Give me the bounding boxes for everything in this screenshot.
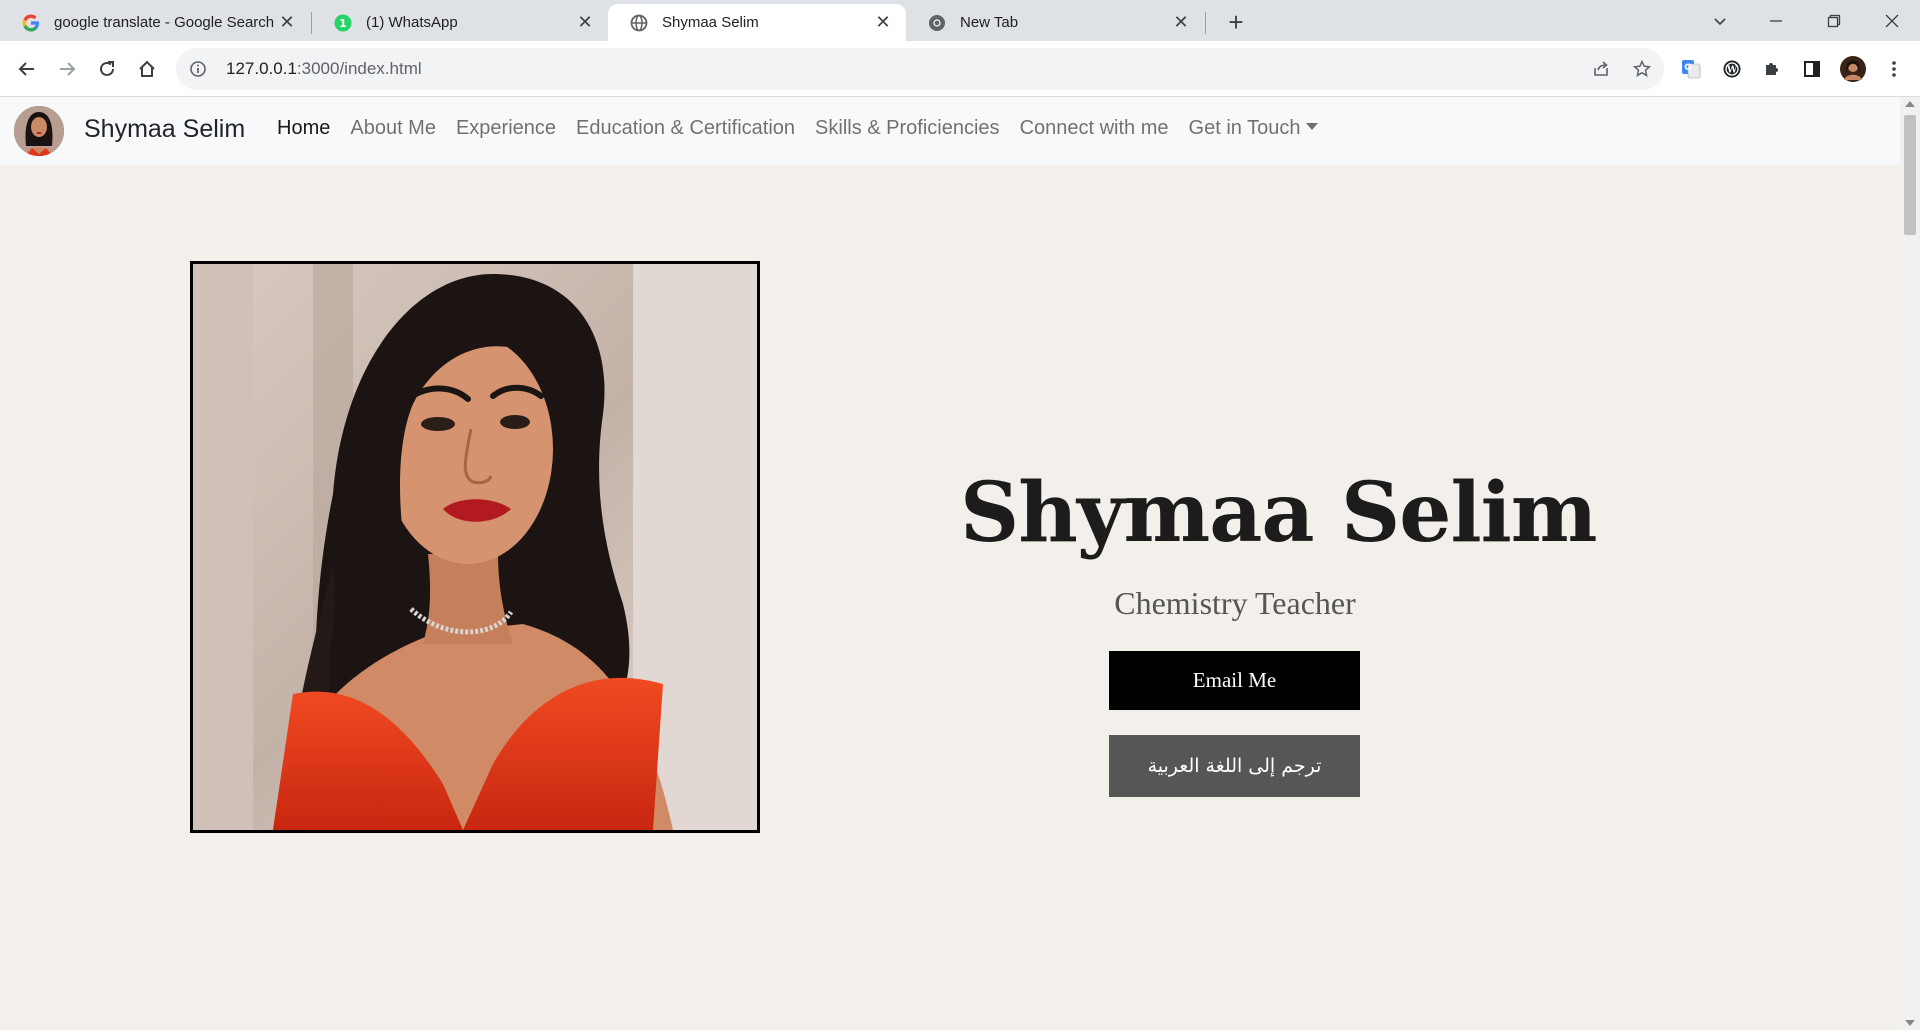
browser-toolbar: 127.0.0.1:3000/index.html G W [0,41,1920,97]
tab-title: google translate - Google Search [54,14,275,31]
wordpress-extension-icon[interactable]: W [1714,51,1750,87]
nav-link-education-certification[interactable]: Education & Certification [566,117,805,140]
site-navbar: Shymaa Selim Home About Me Experience Ed… [0,97,1900,165]
scroll-down-icon[interactable] [1905,1020,1915,1026]
tab-search-icon[interactable] [1692,0,1748,41]
home-icon[interactable] [129,51,165,87]
google-translate-extension-icon[interactable]: G [1673,51,1709,87]
new-tab-icon[interactable]: + [1222,7,1250,37]
nav-link-skills-proficiencies[interactable]: Skills & Proficiencies [805,117,1010,140]
tab-title: New Tab [960,14,1019,31]
svg-text:W: W [1726,66,1738,76]
brand-name[interactable]: Shymaa Selim [84,115,245,144]
chrome-icon [928,14,946,32]
side-panel-icon[interactable] [1794,51,1830,87]
tab-new-tab[interactable]: New Tab ✕ [906,4,1204,41]
chrome-menu-icon[interactable] [1876,51,1912,87]
page-scrollbar[interactable] [1900,97,1920,1030]
close-tab-icon[interactable]: ✕ [574,12,596,34]
dropdown-label: Get in Touch [1188,117,1301,139]
tab-whatsapp[interactable]: 1 (1) WhatsApp ✕ [312,4,608,41]
globe-icon [630,14,648,32]
nav-link-experience[interactable]: Experience [446,117,566,140]
brand-avatar[interactable] [14,106,64,156]
translate-arabic-button[interactable]: ترجم إلى اللغة العربية [1109,735,1360,797]
nav-dropdown-get-in-touch[interactable]: Get in Touch [1179,117,1329,140]
caret-down-icon [1306,123,1319,131]
tab-title: Shymaa Selim [662,14,759,31]
nav-link-about-me[interactable]: About Me [340,117,446,140]
close-window-icon[interactable] [1864,0,1920,41]
minimize-icon[interactable] [1748,0,1804,41]
close-tab-icon[interactable]: ✕ [1170,12,1192,34]
address-bar[interactable]: 127.0.0.1:3000/index.html [176,48,1664,90]
tab-divider [1205,12,1206,34]
scrollbar-thumb[interactable] [1904,115,1916,235]
restore-icon[interactable] [1806,0,1862,41]
url-path: :3000/index.html [296,59,422,78]
extensions-puzzle-icon[interactable] [1754,51,1790,87]
close-tab-icon[interactable]: ✕ [872,12,894,34]
hero-subtitle: Chemistry Teacher [1114,585,1356,621]
nav-links: Home About Me Experience Education & Cer… [267,117,1328,140]
close-tab-icon[interactable]: ✕ [276,12,298,34]
share-icon[interactable] [1583,51,1619,87]
tab-title: (1) WhatsApp [366,14,458,31]
reload-icon[interactable] [89,51,125,87]
svg-text:G: G [1684,63,1691,73]
web-page: Shymaa Selim Home About Me Experience Ed… [0,97,1900,1030]
tab-strip: google translate - Google Search ✕ 1 (1)… [0,0,1920,41]
nav-link-home[interactable]: Home [267,117,340,140]
tab-shymaa-selim[interactable]: Shymaa Selim ✕ [608,4,906,41]
whatsapp-icon: 1 [334,14,352,32]
google-g-icon [22,14,40,32]
hero-name: Shymaa Selim [960,465,1598,561]
portrait-photo [190,261,760,833]
nav-link-connect[interactable]: Connect with me [1010,117,1179,140]
site-info-icon[interactable] [188,61,208,77]
email-me-button[interactable]: Email Me [1109,651,1360,710]
profile-avatar[interactable] [1835,51,1871,87]
back-icon[interactable] [9,51,45,87]
forward-icon[interactable] [49,51,85,87]
bookmark-star-icon[interactable] [1624,51,1660,87]
url-text: 127.0.0.1:3000/index.html [226,59,422,79]
scroll-up-icon[interactable] [1905,101,1915,107]
url-host: 127.0.0.1 [226,59,297,78]
tab-google-search[interactable]: google translate - Google Search ✕ [0,4,310,41]
svg-text:1: 1 [339,17,347,30]
